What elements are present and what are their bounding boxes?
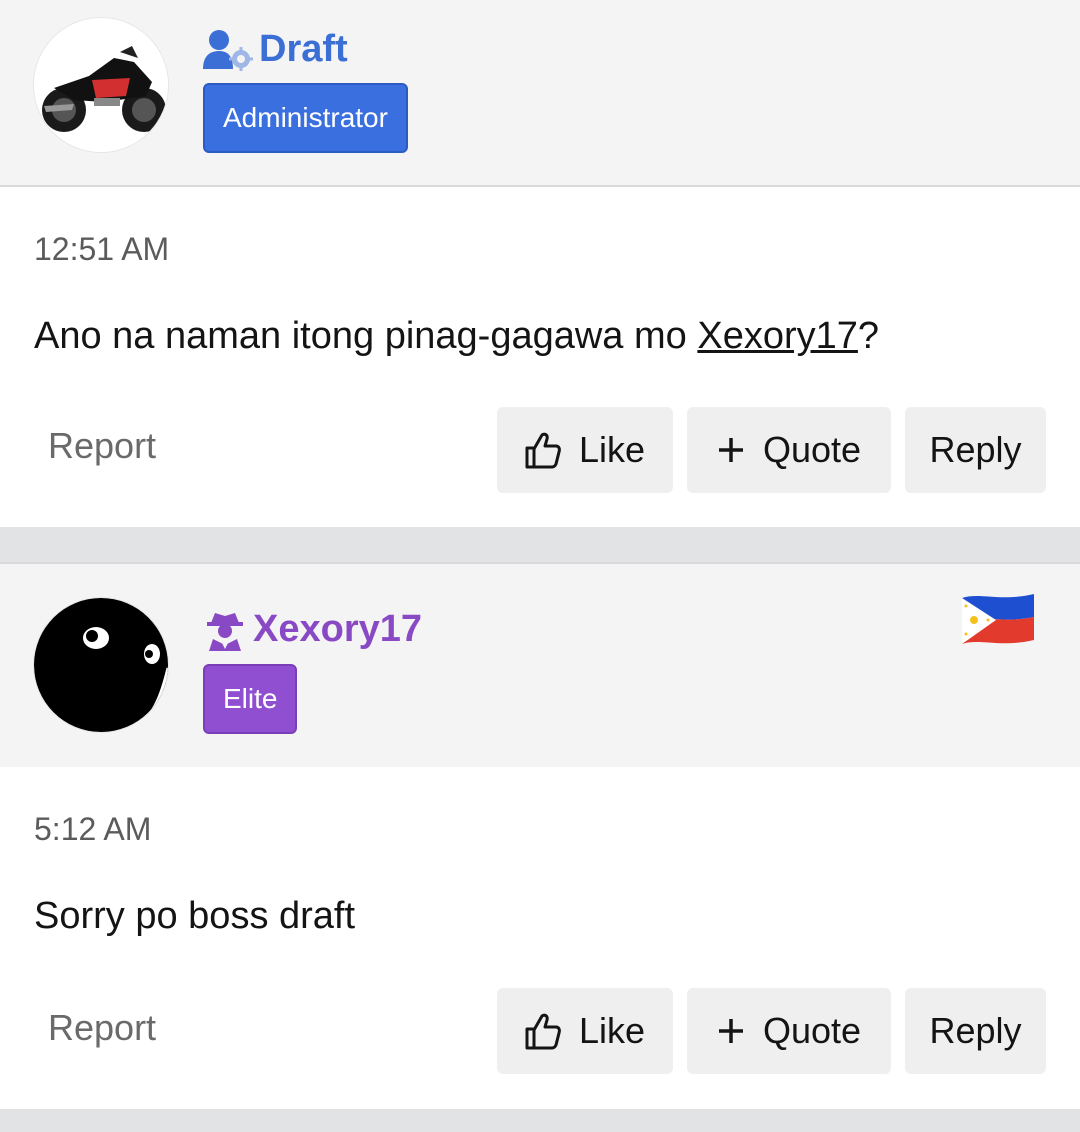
post-header: Draft Administrator [0,0,1080,187]
admin-user-gear-icon [203,29,253,71]
like-label: Like [578,1010,646,1051]
reply-button[interactable]: Reply [905,407,1046,493]
timestamp[interactable]: 12:51 AM [34,231,169,268]
message-prefix: Ano na naman itong pinag-gagawa mo [34,315,698,357]
user-line: Draft [203,28,348,71]
role-badge: Administrator [203,83,408,153]
post: Draft Administrator 12:51 AM Ano na nama… [0,0,1080,527]
post: Xexory17 Elite 5:12 AM Sorry po boss dra… [0,562,1080,1109]
report-link[interactable]: Report [48,1007,156,1049]
motorcycle-avatar-image [34,18,168,152]
avatar[interactable] [34,18,168,152]
like-button[interactable]: Like [497,407,673,493]
quote-label: Quote [762,429,862,470]
post-body: 5:12 AM Sorry po boss draft Report Like … [0,767,1080,1109]
post-body: 12:51 AM Ano na naman itong pinag-gagawa… [0,187,1080,527]
quote-label: Quote [762,1010,862,1051]
philippines-flag-icon [962,594,1034,644]
post-header: Xexory17 Elite [0,562,1080,769]
dark-creature-avatar-image [34,598,168,732]
user-line: Xexory17 [203,608,422,651]
quote-button[interactable]: Quote [687,988,891,1074]
thumbs-up-icon [525,1013,561,1050]
username[interactable]: Draft [259,28,348,71]
timestamp[interactable]: 5:12 AM [34,811,151,848]
report-link[interactable]: Report [48,425,156,467]
message-text: Ano na naman itong pinag-gagawa mo Xexor… [34,315,879,358]
quote-button[interactable]: Quote [687,407,891,493]
reply-button[interactable]: Reply [905,988,1046,1074]
username[interactable]: Xexory17 [253,608,422,651]
message-suffix: ? [857,315,880,357]
message-text: Sorry po boss draft [34,895,356,937]
avatar[interactable] [34,598,168,732]
thumbs-up-icon [525,432,561,469]
like-label: Like [578,429,646,470]
plus-icon [718,438,743,462]
role-badge: Elite [203,664,298,734]
user-mention-link[interactable]: Xexory17 [697,315,858,357]
like-button[interactable]: Like [497,988,673,1074]
plus-icon [718,1019,743,1043]
spy-user-icon [207,612,243,651]
